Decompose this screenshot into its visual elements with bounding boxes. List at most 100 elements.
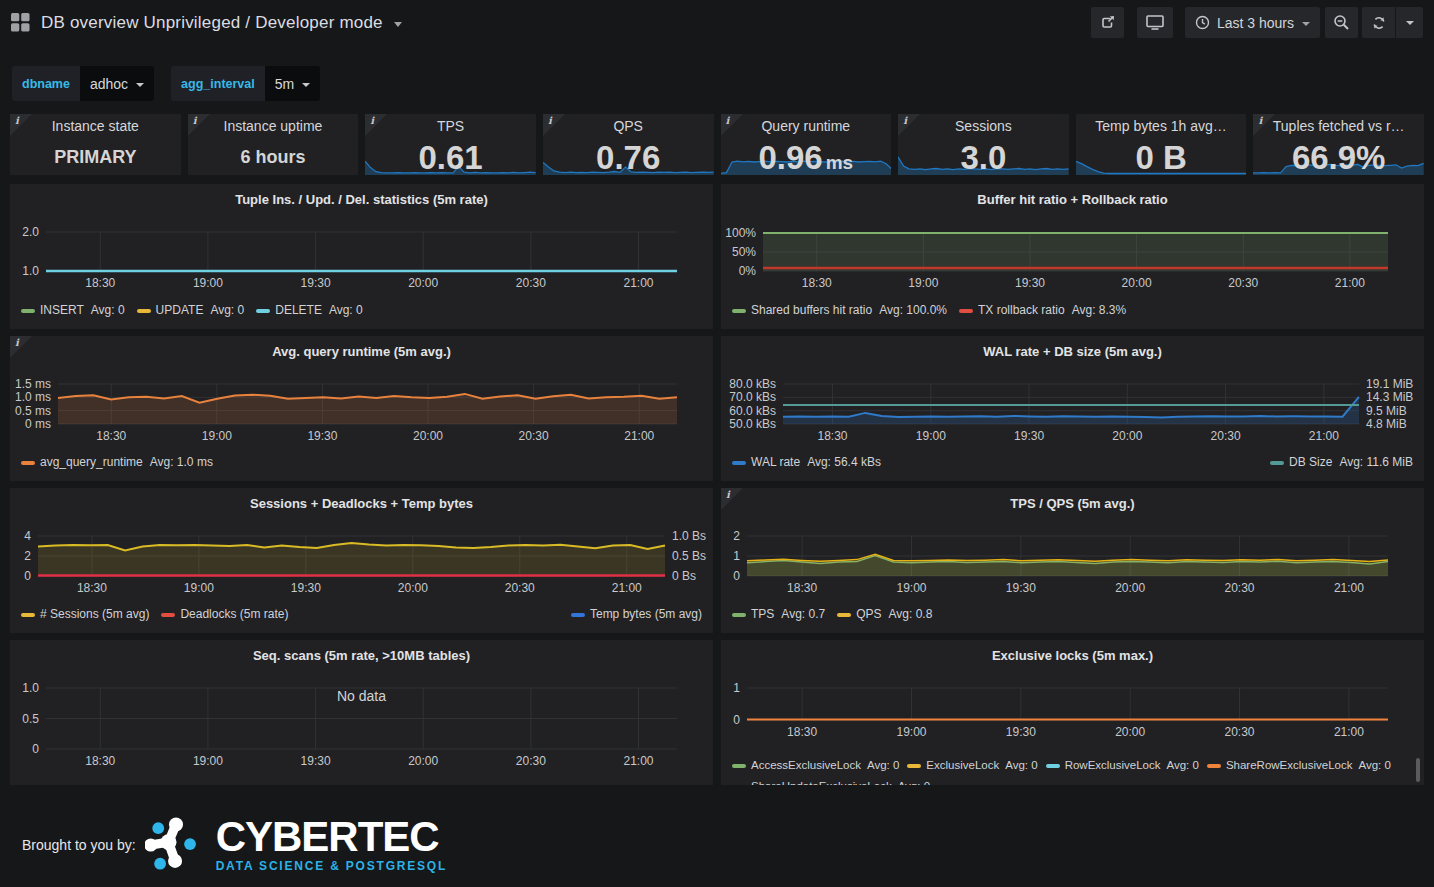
legend-swatch (907, 764, 921, 768)
stat-title[interactable]: QPS (543, 118, 714, 134)
legend-label: WAL rate (751, 454, 800, 471)
info-icon[interactable]: i (726, 489, 730, 500)
info-icon[interactable]: i (1258, 115, 1262, 126)
legend-item[interactable]: ExclusiveLockAvg: 0 (907, 755, 1037, 776)
legend-label: Shared buffers hit ratio (751, 302, 872, 319)
legend-item[interactable]: INSERTAvg: 0 (21, 302, 125, 319)
info-icon[interactable]: i (193, 115, 197, 126)
legend-label: DB Size (1289, 454, 1332, 471)
legend-item[interactable]: Shared buffers hit ratioAvg: 100.0% (732, 302, 947, 319)
stat-panel: Temp bytes 1h avg…0 B (1076, 114, 1247, 175)
legend-swatch (732, 785, 746, 786)
legend-swatch (732, 613, 746, 617)
legend-item[interactable]: # Sessions (5m avg) (21, 606, 149, 623)
svg-text:21:00: 21:00 (1334, 581, 1364, 595)
panel-title[interactable]: Seq. scans (5m rate, >10MB tables) (50, 648, 673, 663)
cybertec-logo-icon[interactable] (145, 816, 207, 874)
panel-title[interactable]: Sessions + Deadlocks + Temp bytes (50, 496, 673, 511)
variables-bar: dbname adhoc agg_interval 5m (12, 66, 1434, 101)
no-data-label: No data (10, 688, 713, 704)
legend-item[interactable]: ShareRowExclusiveLockAvg: 0 (1207, 755, 1391, 776)
time-picker-button[interactable]: Last 3 hours (1185, 7, 1320, 38)
legend-item[interactable]: DELETEAvg: 0 (256, 302, 363, 319)
info-icon[interactable]: i (548, 115, 552, 126)
legend-item[interactable]: WAL rateAvg: 56.4 kBs (732, 454, 881, 471)
info-icon[interactable]: i (726, 115, 730, 126)
legend-swatch (1270, 461, 1284, 465)
info-icon[interactable]: i (15, 337, 19, 348)
svg-text:21:00: 21:00 (1334, 725, 1364, 739)
legend-value: Avg: 11.6 MiB (1339, 454, 1413, 471)
refresh-interval-button[interactable] (1396, 7, 1423, 38)
stat-value: 0.61 (365, 138, 536, 175)
legend-scrollbar[interactable] (1416, 758, 1420, 782)
legend: TPSAvg: 0.7 QPSAvg: 0.8 (732, 606, 1413, 623)
svg-text:19:30: 19:30 (307, 429, 337, 443)
panel-title[interactable]: Exclusive locks (5m max.) (761, 648, 1384, 663)
svg-text:18:30: 18:30 (802, 276, 832, 290)
legend-value: Avg: 0 (91, 302, 125, 319)
svg-text:1: 1 (733, 681, 740, 695)
legend-item[interactable]: Temp bytes (5m avg) (571, 606, 702, 623)
dashboard-title[interactable]: DB overview Unprivileged / Developer mod… (41, 13, 383, 33)
info-icon[interactable]: i (903, 115, 907, 126)
legend: AccessExclusiveLockAvg: 0 ExclusiveLockAv… (732, 755, 1413, 785)
svg-text:20:30: 20:30 (1228, 276, 1258, 290)
stat-title[interactable]: Instance state (10, 118, 181, 134)
stat-title[interactable]: Tuples fetched vs r… (1253, 118, 1424, 134)
dashboard-grid-icon[interactable] (11, 13, 30, 32)
legend-swatch (21, 309, 35, 313)
legend-item[interactable]: AccessExclusiveLockAvg: 0 (732, 755, 899, 776)
legend-item[interactable]: ShareUpdateExclusiveLockAvg: 0 (732, 776, 930, 785)
legend-swatch (21, 461, 35, 465)
panel-title[interactable]: WAL rate + DB size (5m avg.) (761, 344, 1384, 359)
svg-text:20:30: 20:30 (1211, 429, 1241, 443)
refresh-button[interactable] (1362, 7, 1395, 38)
variable-value-dropdown[interactable]: 5m (265, 66, 320, 101)
svg-text:19:00: 19:00 (916, 429, 946, 443)
variable-value-dropdown[interactable]: adhoc (80, 66, 154, 101)
stat-title[interactable]: Query runtime (721, 118, 892, 134)
legend-swatch (732, 309, 746, 313)
legend-swatch (732, 764, 746, 768)
title-caret-icon[interactable] (394, 22, 402, 27)
svg-text:4.8 MiB: 4.8 MiB (1366, 417, 1407, 431)
panel-title[interactable]: Buffer hit ratio + Rollback ratio (761, 192, 1384, 207)
panel-title[interactable]: TPS / QPS (5m avg.) (761, 496, 1384, 511)
tv-icon (1146, 14, 1164, 31)
info-icon[interactable]: i (370, 115, 374, 126)
info-icon[interactable]: i (15, 115, 19, 126)
legend-item[interactable]: Deadlocks (5m rate) (161, 606, 288, 623)
stat-value: 3.0 (898, 138, 1069, 175)
stat-title[interactable]: Instance uptime (188, 118, 359, 134)
legend-item[interactable]: UPDATEAvg: 0 (137, 302, 245, 319)
panel-sessions-deadlocks: Sessions + Deadlocks + Temp bytes 18:301… (10, 488, 713, 633)
svg-text:20:30: 20:30 (519, 429, 549, 443)
stat-value: 6 hours (188, 144, 359, 170)
svg-text:2.0: 2.0 (22, 225, 39, 239)
legend-item[interactable]: DB Size Avg: 11.6 MiB (1270, 454, 1413, 471)
stat-title[interactable]: Temp bytes 1h avg… (1076, 118, 1247, 134)
legend-item[interactable]: RowExclusiveLockAvg: 0 (1046, 755, 1199, 776)
svg-text:19:30: 19:30 (1014, 429, 1044, 443)
panel-title[interactable]: Tuple Ins. / Upd. / Del. statistics (5m … (50, 192, 673, 207)
share-button[interactable] (1091, 7, 1124, 38)
panel-title[interactable]: Avg. query runtime (5m avg.) (50, 344, 673, 359)
legend-item[interactable]: QPSAvg: 0.8 (837, 606, 932, 623)
charts-grid: Tuple Ins. / Upd. / Del. statistics (5m … (10, 184, 1424, 785)
legend-item[interactable]: TPSAvg: 0.7 (732, 606, 825, 623)
legend-value: Avg: 8.3% (1072, 302, 1126, 319)
stat-title[interactable]: Sessions (898, 118, 1069, 134)
svg-text:21:00: 21:00 (1309, 429, 1339, 443)
svg-text:14.3 MiB: 14.3 MiB (1366, 390, 1413, 404)
zoom-out-button[interactable] (1325, 7, 1358, 38)
stat-value: 66.9% (1253, 138, 1424, 175)
legend-item[interactable]: TX rollback ratioAvg: 8.3% (959, 302, 1126, 319)
svg-text:0: 0 (733, 569, 740, 583)
stat-title[interactable]: TPS (365, 118, 536, 134)
legend-item[interactable]: avg_query_runtimeAvg: 1.0 ms (21, 454, 213, 471)
svg-text:1: 1 (733, 549, 740, 563)
legend-label: UPDATE (156, 302, 204, 319)
tv-mode-button[interactable] (1137, 7, 1173, 38)
stat-panel: iInstance statePRIMARY (10, 114, 181, 175)
